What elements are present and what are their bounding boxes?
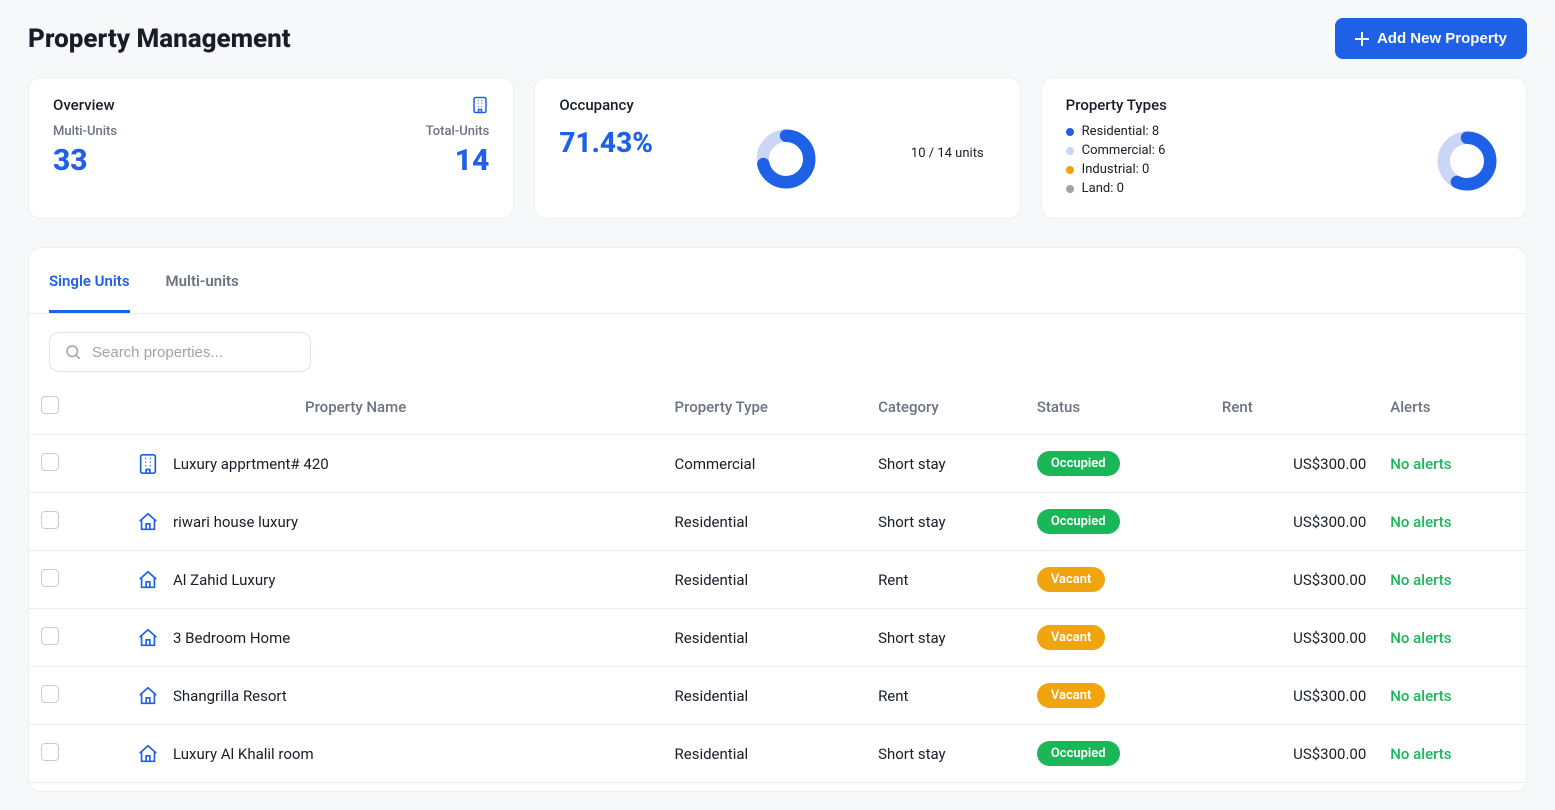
occupancy-units: 10 / 14 units [911, 146, 984, 161]
search-input[interactable] [92, 344, 296, 361]
properties-table: Property Name Property Type Category Sta… [29, 380, 1526, 783]
property-name: 3 Bedroom Home [173, 629, 290, 647]
property-type-label: Land: 0 [1082, 181, 1124, 196]
property-type-label: Industrial: 0 [1082, 162, 1150, 177]
col-category: Category [866, 380, 1025, 435]
total-units-label: Total-Units [426, 124, 490, 139]
table-row[interactable]: Luxury apprtment# 420 CommercialShort sta… [29, 435, 1526, 493]
property-type: Residential [663, 725, 867, 783]
row-checkbox[interactable] [41, 569, 59, 587]
occupancy-card: Occupancy 71.43% 10 / 14 units [534, 77, 1020, 219]
property-alerts: No alerts [1390, 745, 1451, 763]
status-badge: Vacant [1037, 683, 1106, 708]
property-name: Al Zahid Luxury [173, 571, 275, 589]
house-icon [137, 743, 159, 765]
tab-single-units[interactable]: Single Units [49, 248, 130, 313]
plus-icon [1355, 32, 1369, 46]
property-name: riwari house luxury [173, 513, 298, 531]
property-type-label: Commercial: 6 [1082, 143, 1166, 158]
row-checkbox[interactable] [41, 627, 59, 645]
status-badge: Vacant [1037, 567, 1106, 592]
table-row[interactable]: 3 Bedroom Home ResidentialShort stay Vacan… [29, 609, 1526, 667]
page-header: Property Management Add New Property [28, 18, 1527, 59]
property-rent: US$300.00 [1210, 435, 1378, 493]
property-alerts: No alerts [1390, 571, 1451, 589]
property-rent: US$300.00 [1210, 551, 1378, 609]
property-name: Luxury apprtment# 420 [173, 455, 329, 473]
house-icon [137, 627, 159, 649]
property-name: Luxury Al Khalil room [173, 745, 314, 763]
property-alerts: No alerts [1390, 513, 1451, 531]
property-category: Short stay [866, 435, 1025, 493]
property-types-donut-icon [1436, 130, 1498, 192]
status-badge: Vacant [1037, 625, 1106, 650]
property-category: Rent [866, 667, 1025, 725]
house-icon [137, 685, 159, 707]
property-type: Residential [663, 551, 867, 609]
property-category: Short stay [866, 725, 1025, 783]
legend-dot-icon [1066, 185, 1074, 193]
legend-dot-icon [1066, 166, 1074, 174]
status-badge: Occupied [1037, 509, 1120, 534]
overview-card: Overview Multi-Units 33 Total-Units 14 [28, 77, 514, 219]
property-rent: US$300.00 [1210, 725, 1378, 783]
property-category: Rent [866, 551, 1025, 609]
building-icon [471, 96, 489, 118]
occupancy-percent: 71.43% [559, 126, 653, 159]
occupancy-donut-icon [755, 128, 817, 190]
property-types-card: Property Types Residential: 8 Commercial:… [1041, 77, 1527, 219]
properties-panel: Single Units Multi-units Property Name P… [28, 247, 1527, 792]
property-alerts: No alerts [1390, 687, 1451, 705]
property-category: Short stay [866, 493, 1025, 551]
property-rent: US$300.00 [1210, 493, 1378, 551]
property-rent: US$300.00 [1210, 667, 1378, 725]
col-status: Status [1025, 380, 1210, 435]
table-row[interactable]: Shangrilla Resort ResidentialRent Vacant US… [29, 667, 1526, 725]
tabs: Single Units Multi-units [29, 248, 1526, 314]
col-property-name: Property Name [85, 380, 663, 435]
table-row[interactable]: Al Zahid Luxury ResidentialRent Vacant US$3… [29, 551, 1526, 609]
multi-units-value: 33 [53, 143, 117, 178]
select-all-checkbox[interactable] [41, 396, 59, 414]
property-alerts: No alerts [1390, 455, 1451, 473]
row-checkbox[interactable] [41, 685, 59, 703]
table-row[interactable]: riwari house luxury ResidentialShort stay… [29, 493, 1526, 551]
building-icon [137, 453, 159, 475]
property-name: Shangrilla Resort [173, 687, 287, 705]
row-checkbox[interactable] [41, 511, 59, 529]
overview-title: Overview [53, 96, 489, 114]
status-badge: Occupied [1037, 451, 1120, 476]
property-types-title: Property Types [1066, 96, 1502, 114]
table-row[interactable]: Luxury Al Khalil room ResidentialShort st… [29, 725, 1526, 783]
multi-units-label: Multi-Units [53, 124, 117, 139]
property-type-label: Residential: 8 [1082, 124, 1160, 139]
legend-dot-icon [1066, 128, 1074, 136]
search-box [49, 332, 311, 372]
property-type: Residential [663, 609, 867, 667]
property-type: Residential [663, 667, 867, 725]
tab-multi-units[interactable]: Multi-units [166, 248, 239, 313]
total-units-value: 14 [455, 143, 490, 178]
add-property-button[interactable]: Add New Property [1335, 18, 1527, 59]
house-icon [137, 569, 159, 591]
property-type: Residential [663, 493, 867, 551]
col-property-type: Property Type [663, 380, 867, 435]
house-icon [137, 511, 159, 533]
col-alerts: Alerts [1378, 380, 1526, 435]
search-icon [64, 343, 82, 361]
legend-dot-icon [1066, 147, 1074, 155]
page-title: Property Management [28, 24, 291, 54]
row-checkbox[interactable] [41, 743, 59, 761]
summary-cards: Overview Multi-Units 33 Total-Units 14 O… [28, 77, 1527, 219]
property-type: Commercial [663, 435, 867, 493]
row-checkbox[interactable] [41, 453, 59, 471]
add-property-label: Add New Property [1377, 30, 1507, 47]
property-category: Short stay [866, 609, 1025, 667]
table-header-row: Property Name Property Type Category Sta… [29, 380, 1526, 435]
property-alerts: No alerts [1390, 629, 1451, 647]
status-badge: Occupied [1037, 741, 1120, 766]
occupancy-title: Occupancy [559, 96, 995, 114]
col-rent: Rent [1210, 380, 1378, 435]
property-rent: US$300.00 [1210, 609, 1378, 667]
